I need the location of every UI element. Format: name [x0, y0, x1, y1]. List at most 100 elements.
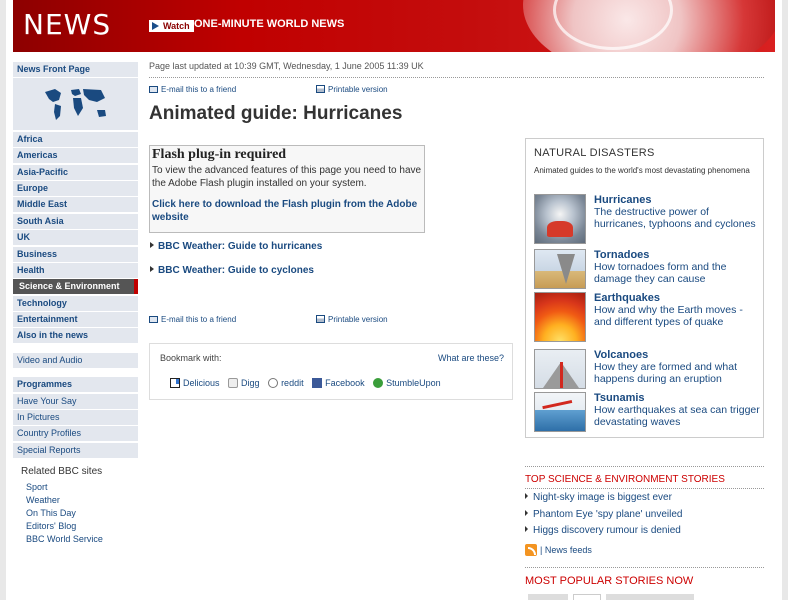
nav-video-audio[interactable]: Video and Audio [13, 352, 138, 368]
tornado-thumbnail[interactable] [534, 249, 586, 289]
what-are-these-link[interactable]: What are these? [438, 353, 504, 363]
print-link-bottom[interactable]: Printable version [316, 315, 388, 324]
email-link-top[interactable]: E-mail this to a friend [149, 85, 236, 94]
related-sites-title: Related BBC sites [21, 465, 103, 477]
facebook-icon [312, 378, 323, 388]
delicious-icon [170, 378, 180, 388]
natural-disasters-title: NATURAL DISASTERS [534, 147, 655, 159]
volcano-thumbnail[interactable] [534, 349, 586, 389]
hurricanes-desc[interactable]: The destructive power of hurricanes, typ… [594, 206, 760, 230]
one-minute-news-link[interactable]: ONE-MINUTE WORLD NEWS [194, 18, 344, 30]
nav-entertainment[interactable]: Entertainment [13, 312, 138, 328]
disaster-item-hurricanes[interactable]: Hurricanes The destructive power of hurr… [534, 194, 762, 246]
story-link[interactable]: Night-sky image is biggest ever [525, 492, 672, 503]
news-feeds-link[interactable]: | News feeds [525, 544, 592, 556]
related-sport[interactable]: Sport [21, 481, 138, 494]
stumbleupon-icon [373, 378, 384, 388]
digg-label: Digg [241, 378, 260, 388]
nav-africa[interactable]: Africa [13, 131, 138, 147]
related-weather[interactable]: Weather [21, 494, 138, 507]
divider [525, 567, 764, 568]
printer-icon [316, 85, 325, 93]
envelope-icon [149, 316, 158, 323]
left-navigation: News Front Page Africa Americas Asia-Pac… [13, 62, 138, 546]
nav-middle-east[interactable]: Middle East [13, 197, 138, 213]
top-stories-title: TOP SCIENCE & ENVIRONMENT STORIES [525, 474, 725, 485]
reddit-label: reddit [281, 378, 304, 388]
nav-news-front-page[interactable]: News Front Page [13, 62, 138, 77]
volcanoes-link[interactable]: Volcanoes [594, 349, 648, 361]
hurricanes-link[interactable]: Hurricanes [594, 194, 651, 206]
printer-icon [316, 315, 325, 323]
story-link[interactable]: Phantom Eye 'spy plane' unveiled [525, 509, 682, 520]
download-flash-link[interactable]: Click here to download the Flash plugin … [152, 198, 422, 224]
related-editors-blog[interactable]: Editors' Blog [21, 520, 138, 533]
hurricanes-guide-link[interactable]: BBC Weather: Guide to hurricanes [150, 241, 322, 252]
hurricanes-guide-label: BBC Weather: Guide to hurricanes [158, 241, 323, 252]
nav-science-environment[interactable]: Science & Environment [13, 279, 138, 295]
watch-button[interactable]: Watch [149, 20, 194, 32]
divider [149, 77, 764, 78]
nav-americas[interactable]: Americas [13, 148, 138, 164]
bookmark-delicious[interactable]: Delicious [170, 378, 220, 388]
volcanoes-desc[interactable]: How they are formed and what happens dur… [594, 361, 760, 385]
disaster-item-tsunamis[interactable]: Tsunamis How earthquakes at sea can trig… [534, 392, 762, 444]
tornadoes-link[interactable]: Tornadoes [594, 249, 649, 261]
nav-asia-pacific[interactable]: Asia-Pacific [13, 164, 138, 180]
nav-technology[interactable]: Technology [13, 295, 138, 311]
disaster-item-earthquakes[interactable]: Earthquakes How and why the Earth moves … [534, 292, 762, 344]
delicious-label: Delicious [183, 378, 220, 388]
nav-uk[interactable]: UK [13, 230, 138, 246]
masthead-banner: NEWS Watch ONE-MINUTE WORLD NEWS [13, 0, 775, 52]
play-icon [152, 22, 159, 30]
watch-label: Watch [163, 21, 190, 31]
bookmark-facebook[interactable]: Facebook [312, 378, 365, 388]
tsunami-thumbnail[interactable] [534, 392, 586, 432]
news-logo[interactable]: NEWS [23, 8, 111, 41]
earthquakes-link[interactable]: Earthquakes [594, 292, 660, 304]
nav-have-your-say[interactable]: Have Your Say [13, 393, 138, 409]
bullet-arrow-icon [525, 510, 528, 516]
nav-country-profiles[interactable]: Country Profiles [13, 426, 138, 442]
nav-business[interactable]: Business [13, 246, 138, 262]
nav-programmes[interactable]: Programmes [13, 377, 138, 393]
email-link-bottom[interactable]: E-mail this to a friend [149, 315, 236, 324]
bookmark-digg[interactable]: Digg [228, 378, 260, 388]
bookmark-reddit[interactable]: reddit [268, 378, 304, 388]
story-link[interactable]: Higgs discovery rumour is denied [525, 525, 681, 536]
bookmark-box: Bookmark with: What are these? Delicious… [149, 343, 513, 400]
nav-also-in-the-news[interactable]: Also in the news [13, 328, 138, 344]
nav-europe[interactable]: Europe [13, 180, 138, 196]
earthquakes-desc[interactable]: How and why the Earth moves - and differ… [594, 304, 760, 328]
print-label: Printable version [328, 315, 388, 324]
nav-in-pictures[interactable]: In Pictures [13, 410, 138, 426]
nav-south-asia[interactable]: South Asia [13, 213, 138, 229]
bookmark-stumbleupon[interactable]: StumbleUpon [373, 378, 441, 388]
most-popular-title: MOST POPULAR STORIES NOW [525, 575, 694, 587]
cyclones-guide-link[interactable]: BBC Weather: Guide to cyclones [150, 265, 314, 276]
tsunamis-desc[interactable]: How earthquakes at sea can trigger devas… [594, 404, 760, 428]
earthquake-thumbnail[interactable] [534, 292, 586, 342]
email-label: E-mail this to a friend [161, 315, 237, 324]
popular-tab[interactable] [528, 594, 568, 600]
related-on-this-day[interactable]: On This Day [21, 507, 138, 520]
nav-health[interactable]: Health [13, 262, 138, 278]
facebook-label: Facebook [325, 378, 365, 388]
page: NEWS Watch ONE-MINUTE WORLD NEWS News Fr… [0, 0, 788, 600]
natural-disasters-panel: NATURAL DISASTERS Animated guides to the… [525, 138, 764, 438]
hurricane-thumbnail[interactable] [534, 194, 586, 244]
divider [525, 488, 764, 489]
page-margin-right [782, 0, 788, 600]
print-link-top[interactable]: Printable version [316, 85, 388, 94]
digg-icon [228, 378, 239, 388]
world-map-nav[interactable] [13, 78, 138, 131]
popular-tab[interactable] [573, 594, 601, 600]
tornadoes-desc[interactable]: How tornadoes form and the damage they c… [594, 261, 760, 285]
bullet-arrow-icon [525, 493, 528, 499]
related-world-service[interactable]: BBC World Service [21, 533, 138, 546]
nav-special-reports[interactable]: Special Reports [13, 442, 138, 458]
popular-tab[interactable] [606, 594, 694, 600]
story-label: Higgs discovery rumour is denied [533, 525, 681, 536]
tsunamis-link[interactable]: Tsunamis [594, 392, 645, 404]
stumbleupon-label: StumbleUpon [386, 378, 441, 388]
